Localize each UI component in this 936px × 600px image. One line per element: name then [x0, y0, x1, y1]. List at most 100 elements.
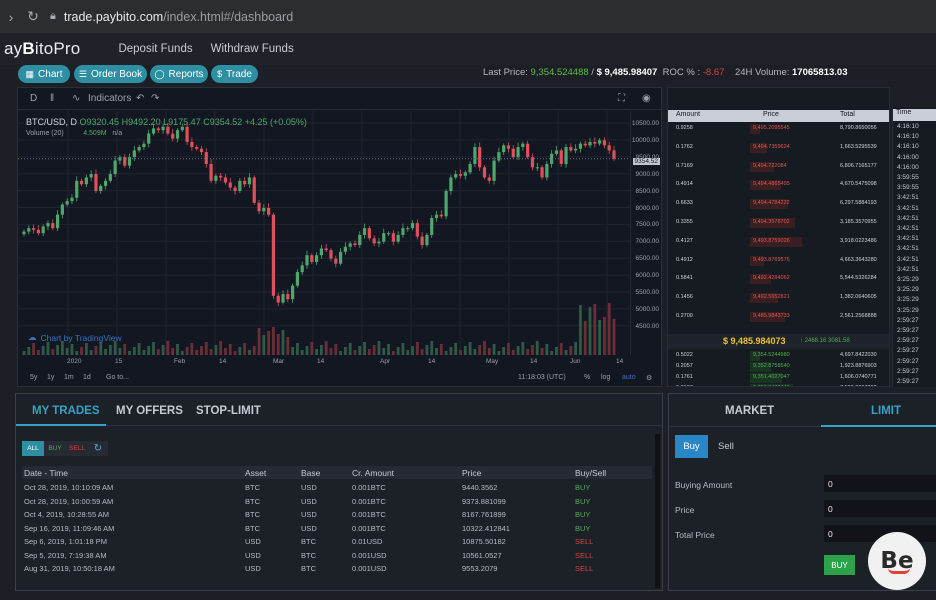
redo-icon[interactable]: ↷ [151, 93, 159, 104]
ask-row[interactable]: 0.4912 9,493.8769576 4,663.3643280 [668, 255, 889, 267]
tab-stop-limit[interactable]: STOP-LIMIT [196, 405, 261, 417]
ask-row[interactable]: 0.1456 9,492.5652821 1,382.0640605 [668, 293, 889, 304]
fullscreen-icon[interactable]: ⛶ [618, 93, 625, 104]
trade-row[interactable]: Oct 4, 2019, 10:28:55 AM BTC USD 0.001BTC 81… [22, 508, 652, 521]
candle-body [214, 175, 218, 181]
candle-body [286, 294, 290, 300]
address-bar[interactable]: 🔒︎ trade.paybito.com/index.html#/dashboa… [50, 5, 650, 29]
undo-icon[interactable]: ↶ [136, 93, 144, 104]
volume-bar [555, 347, 558, 355]
trade-row[interactable]: Oct 28, 2019, 10:00:59 AM BTC USD 0.001BTC 9… [22, 495, 652, 508]
percent-toggle[interactable]: % [584, 374, 590, 381]
reload-icon[interactable]: ↻ [22, 8, 44, 25]
tradingview-link[interactable]: ☁ Chart by TradingView [28, 332, 122, 343]
buying-amount-input[interactable] [824, 475, 936, 492]
volume-bar [598, 320, 602, 355]
camera-icon[interactable]: ◉ [642, 93, 651, 104]
scrollbar[interactable] [655, 434, 660, 588]
trade-row[interactable]: Sep 6, 2019, 1:01:18 PM USD BTC 0.01USD 1087… [22, 535, 652, 548]
reports-button[interactable]: ◯ Reports [150, 65, 208, 83]
price-axis: 10500.0010000.009500.009000.008500.00800… [630, 111, 661, 355]
trade-row[interactable]: Aug 31, 2019, 10:50:18 AM USD BTC 0.001USD 9… [22, 562, 652, 575]
candle-body [204, 152, 208, 164]
ask-row[interactable]: 0.5841 9,492.4284062 5,544.5326284 [668, 274, 889, 285]
filter-sell[interactable]: SELL [66, 441, 88, 456]
bid-row[interactable]: 0.5022 9,354.5244980 4,697.8422030 [668, 351, 889, 362]
volume-bar [569, 346, 573, 355]
volume-bar [209, 349, 213, 355]
trade-time: 3:42:51 [897, 225, 919, 232]
candle-type-icon[interactable]: ‖ [50, 93, 54, 104]
price-input[interactable] [824, 500, 936, 517]
arrow-left-icon[interactable]: › [0, 9, 22, 25]
candle-body [358, 234, 362, 246]
price-chart[interactable]: D ‖ ∿ Indicators ↶ ↷ ⛶ ◉ BTC/USD, D O932… [17, 87, 662, 387]
tab-my-trades[interactable]: MY TRADES [32, 405, 100, 417]
tab-limit[interactable]: LIMIT [871, 405, 901, 417]
bid-row[interactable]: 0.81279,350.34334467,599.0397362 [668, 384, 889, 386]
filter-buy[interactable]: BUY [44, 441, 66, 456]
trade-row[interactable]: Oct 28, 2019, 10:10:09 AM BTC USD 0.001BTC 9… [22, 481, 652, 494]
volume-bar [435, 348, 438, 355]
interval-selector[interactable]: D [30, 93, 37, 104]
volume-bar [89, 350, 93, 355]
ask-row[interactable]: 0.9258 9,495.2095545 8,790.8650056 [668, 124, 889, 135]
volume-bar [468, 342, 472, 355]
refresh-icon[interactable]: ↻ [88, 441, 108, 456]
nav-deposit-funds[interactable]: Deposit Funds [118, 43, 192, 55]
indicators-icon[interactable]: ∿ [72, 93, 80, 104]
ask-row[interactable]: 0.4914 9,494.4865495 4,670.5475098 [668, 180, 889, 191]
chart-button[interactable]: ▦ Chart [18, 65, 70, 83]
volume-bar [262, 335, 266, 355]
volume-bar [56, 345, 59, 355]
bid-row[interactable]: 0.2057 9,352.8758540 1,923.8876903 [668, 362, 889, 373]
volume-bar [526, 349, 530, 355]
trade-row[interactable]: Sep 16, 2019, 11:09:46 AM BTC USD 0.001BTC 1… [22, 522, 652, 535]
order-book-button[interactable]: ☰ Order Book [74, 65, 147, 83]
range-1d[interactable]: 1d [83, 374, 91, 381]
volume-bar [132, 347, 136, 355]
candle-body [65, 201, 69, 205]
ask-row[interactable]: 0.2700 9,485.9843733 2,561.2568888 [668, 312, 889, 323]
buy-button[interactable]: BUY [824, 555, 855, 575]
candle-body [362, 228, 367, 235]
candle-body [60, 204, 64, 215]
tab-my-offers[interactable]: MY OFFERS [116, 405, 183, 417]
chart-plot-area[interactable] [18, 111, 630, 355]
ask-row[interactable]: 0.6633 9,494.4784222 6,297.5884193 [668, 199, 889, 210]
price-tick: 8500.00 [635, 187, 660, 195]
buy-toggle[interactable]: Buy [675, 435, 708, 458]
range-1y[interactable]: 1y [47, 374, 54, 381]
trade-time: 4:16:10 [897, 133, 919, 141]
volume-bar [492, 344, 496, 355]
volume-bar [185, 347, 189, 355]
volume-bar [104, 349, 107, 355]
candle-body [195, 147, 199, 149]
bid-row[interactable]: 0.1761 9,351.4027047 1,606.0740771 [668, 373, 889, 384]
nav-withdraw-funds[interactable]: Withdraw Funds [211, 43, 294, 55]
trade-button[interactable]: $ Trade [211, 65, 258, 83]
goto-date[interactable]: Go to... [106, 374, 129, 381]
candle-body [607, 145, 611, 151]
ask-row[interactable]: 0.3355 9,494.3578702 3,185.3570955 [668, 218, 889, 229]
candle-body [540, 167, 544, 178]
trade-row[interactable]: Sep 5, 2019, 7:19:38 AM USD BTC 0.001USD 105… [22, 549, 652, 562]
ask-row[interactable]: 0.1762 9,494.7359624 1,663.5295539 [668, 142, 889, 154]
settings-icon[interactable]: ⚙ [646, 374, 652, 382]
ask-row[interactable]: 0.7169 9,494.722084 6,806.7165177 [668, 161, 889, 173]
indicators-button[interactable]: Indicators [88, 93, 131, 104]
ask-row[interactable]: 0.4127 9,493.8759026 3,918.0223486 [668, 236, 889, 248]
tab-market[interactable]: MARKET [725, 405, 774, 417]
sell-toggle[interactable]: Sell [718, 441, 734, 452]
candle-body [598, 140, 602, 144]
logo[interactable]: ayBitoPro [4, 39, 80, 59]
watermark-logo: Be [868, 532, 926, 590]
price-tick: 5500.00 [635, 289, 660, 296]
range-5y[interactable]: 5y [30, 374, 37, 381]
auto-toggle[interactable]: auto [622, 374, 636, 381]
filter-all[interactable]: ALL [22, 441, 44, 456]
volume-bar [583, 321, 587, 355]
range-1m[interactable]: 1m [64, 374, 74, 381]
log-toggle[interactable]: log [601, 374, 610, 381]
trade-time: 3:42:51 [897, 265, 919, 273]
